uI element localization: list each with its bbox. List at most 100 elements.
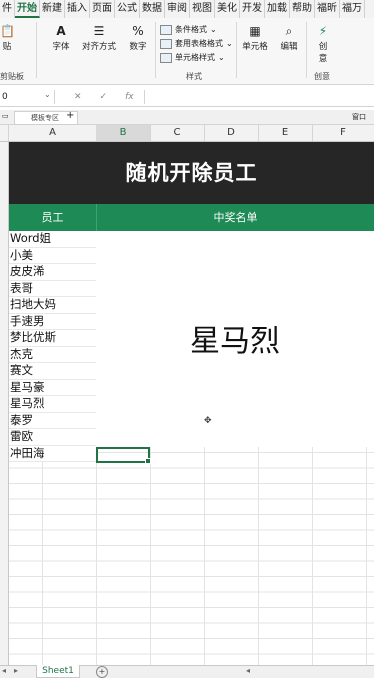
employee-cell[interactable]: 冲田海 bbox=[9, 446, 96, 462]
ribbon-tab[interactable]: 福万 bbox=[340, 0, 365, 18]
ribbon-tab[interactable]: 公式 bbox=[115, 0, 140, 18]
employee-cell[interactable]: 杰克 bbox=[9, 347, 96, 363]
number-label: 数字 bbox=[129, 42, 147, 52]
ribbon-tab[interactable]: 视图 bbox=[190, 0, 215, 18]
cell-styles-icon bbox=[160, 52, 172, 63]
sheet-tab[interactable]: Sheet1 bbox=[36, 665, 80, 678]
winner-list-header[interactable]: 中奖名单 bbox=[97, 204, 374, 231]
ribbon-tab[interactable]: 页面 bbox=[90, 0, 115, 18]
folder-icon[interactable]: ▭ bbox=[2, 112, 9, 120]
column-header-f[interactable]: F bbox=[312, 125, 374, 141]
divider bbox=[306, 22, 307, 78]
font-button[interactable]: A 字体 bbox=[48, 24, 74, 52]
formula-input[interactable] bbox=[144, 90, 374, 104]
employee-cell[interactable]: 表哥 bbox=[9, 281, 96, 297]
add-sheet-icon[interactable]: + bbox=[96, 666, 108, 678]
function-icon[interactable]: fx bbox=[125, 90, 134, 104]
page-title: 随机开除员工 bbox=[9, 142, 374, 204]
employee-cell[interactable]: 雷欧 bbox=[9, 429, 96, 446]
styles-group-label: 样式 bbox=[186, 72, 202, 81]
ribbon-tab[interactable]: 加载 bbox=[265, 0, 290, 18]
divider bbox=[155, 22, 156, 78]
paste-label: 贴 bbox=[2, 42, 12, 52]
employee-list: Word姐 小美 皮皮浠 表哥 扫地大妈 手速男 梦比优斯 杰克 赛文 星马豪 星马烈 泰罗 雷欧 冲田海 bbox=[9, 231, 96, 462]
ribbon-tab[interactable]: 数据 bbox=[140, 0, 165, 18]
column-header-e[interactable]: E bbox=[258, 125, 313, 141]
font-label: 字体 bbox=[52, 42, 70, 52]
sheet-tab-bar: ◂ ▸ Sheet1 + ◂ bbox=[0, 665, 374, 678]
employee-cell[interactable]: 皮皮浠 bbox=[9, 264, 96, 281]
ribbon-tab[interactable]: 插入 bbox=[65, 0, 90, 18]
cursor-icon: ✥ bbox=[204, 416, 212, 426]
header-row: 员工 中奖名单 bbox=[9, 204, 374, 231]
confirm-icon[interactable]: ✓ bbox=[100, 90, 108, 104]
ribbon-tabs: 件开始 新建 插入 页面 公式 数据 审阅 视图 美化 开发 加载 帮助 福昕 福万 bbox=[0, 0, 374, 18]
cell-styles-label: 单元格样式 bbox=[175, 53, 215, 62]
table-format-label: 套用表格格式 bbox=[175, 39, 223, 48]
ideas-label-2: 意 bbox=[318, 54, 328, 64]
window-label[interactable]: 窗口 bbox=[352, 112, 366, 122]
ribbon: 📋 贴 剪贴板 A 字体 ☰ 对齐方式 % 数字 条件格式 ⌄ 套用表格格式 ⌄… bbox=[0, 18, 374, 85]
employee-cell[interactable]: 小美 bbox=[9, 248, 96, 264]
winner-name: 星马烈 bbox=[190, 324, 280, 359]
ideas-group-label: 创意 bbox=[314, 72, 330, 81]
conditional-format-label: 条件格式 bbox=[175, 25, 207, 34]
divider bbox=[236, 22, 237, 78]
add-tab-icon[interactable]: + bbox=[66, 110, 74, 121]
ribbon-tab[interactable]: 帮助 bbox=[290, 0, 315, 18]
scroll-left-icon[interactable]: ◂ bbox=[2, 666, 6, 675]
percent-icon: % bbox=[132, 24, 144, 38]
column-header-a[interactable]: A bbox=[9, 125, 97, 141]
search-icon: ⌕ bbox=[285, 24, 293, 38]
employee-cell[interactable]: 星马豪 bbox=[9, 380, 96, 396]
template-tab-label: 模板专区 bbox=[31, 114, 59, 122]
ribbon-tab[interactable]: 新建 bbox=[40, 0, 65, 18]
ribbon-tab[interactable]: 审阅 bbox=[165, 0, 190, 18]
conditional-format-button[interactable]: 条件格式 ⌄ bbox=[160, 24, 217, 35]
employee-cell[interactable]: 赛文 bbox=[9, 363, 96, 380]
chevron-down-icon[interactable]: ⌄ bbox=[44, 90, 51, 99]
cell-styles-button[interactable]: 单元格样式 ⌄ bbox=[160, 52, 225, 63]
employee-cell[interactable]: 泰罗 bbox=[9, 413, 96, 429]
column-header-b[interactable]: B bbox=[96, 125, 151, 141]
employee-header[interactable]: 员工 bbox=[9, 204, 97, 231]
lightning-icon: ⚡ bbox=[318, 24, 328, 38]
edit-button[interactable]: ⌕ 编辑 bbox=[276, 24, 302, 52]
alignment-label: 对齐方式 bbox=[81, 42, 116, 52]
column-header-c[interactable]: C bbox=[150, 125, 205, 141]
ribbon-tab[interactable]: 开始 bbox=[15, 0, 40, 18]
clipboard-group-label: 剪贴板 bbox=[0, 72, 24, 81]
column-header-d[interactable]: D bbox=[204, 125, 259, 141]
number-button[interactable]: % 数字 bbox=[124, 24, 152, 52]
cells-button[interactable]: ▦ 单元格 bbox=[240, 24, 270, 52]
formula-bar: 0 ⌄ ✕ ✓ fx bbox=[0, 88, 374, 107]
active-cell-selection[interactable] bbox=[96, 447, 151, 464]
fill-handle[interactable] bbox=[145, 458, 151, 464]
cells-icon: ▦ bbox=[249, 24, 261, 38]
employee-cell[interactable]: Word姐 bbox=[9, 231, 96, 248]
ribbon-tab[interactable]: 福昕 bbox=[315, 0, 340, 18]
sheet-tab-label: Sheet1 bbox=[42, 666, 74, 676]
employee-cell[interactable]: 手速男 bbox=[9, 314, 96, 330]
ribbon-tab[interactable]: 开发 bbox=[240, 0, 265, 18]
scroll-right-icon[interactable]: ▸ bbox=[14, 666, 18, 675]
ideas-label: 创 bbox=[318, 42, 328, 52]
employee-cell[interactable]: 梦比优斯 bbox=[9, 330, 96, 347]
employee-cell[interactable]: 星马烈 bbox=[9, 396, 96, 413]
row-headers[interactable] bbox=[0, 142, 9, 665]
ribbon-tab[interactable]: 件 bbox=[0, 0, 15, 18]
paste-button[interactable]: 📋 贴 bbox=[0, 24, 15, 52]
divider bbox=[36, 22, 37, 78]
cancel-icon[interactable]: ✕ bbox=[74, 90, 82, 104]
chevron-down-icon: ⌄ bbox=[210, 25, 217, 34]
chevron-down-icon: ⌄ bbox=[226, 39, 233, 48]
chevron-down-icon: ⌄ bbox=[218, 53, 225, 62]
scroll-left-icon[interactable]: ◂ bbox=[246, 666, 250, 675]
ribbon-tab[interactable]: 美化 bbox=[215, 0, 240, 18]
alignment-button[interactable]: ☰ 对齐方式 bbox=[80, 24, 118, 52]
table-format-button[interactable]: 套用表格格式 ⌄ bbox=[160, 38, 233, 49]
select-all-corner[interactable] bbox=[0, 125, 9, 141]
ideas-button[interactable]: ⚡ 创 意 bbox=[312, 24, 334, 64]
edit-label: 编辑 bbox=[280, 42, 298, 52]
employee-cell[interactable]: 扫地大妈 bbox=[9, 297, 96, 314]
